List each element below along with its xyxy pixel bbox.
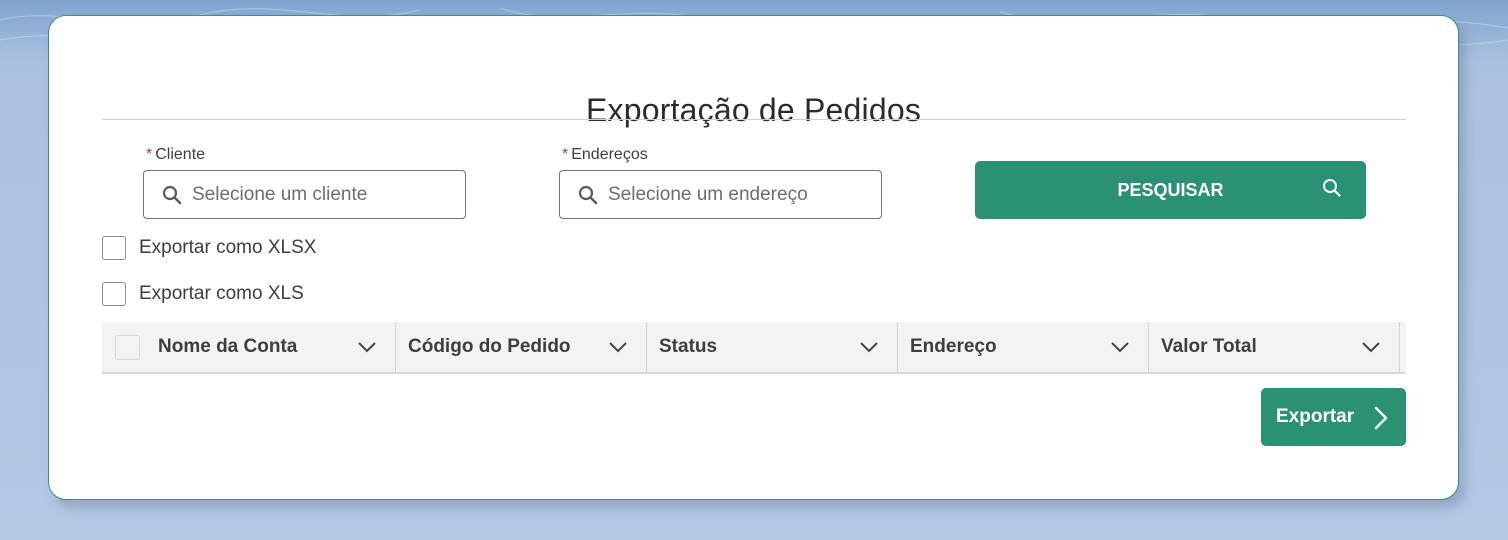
select-all-checkbox[interactable] bbox=[114, 334, 140, 360]
column-header-valor-total[interactable]: Valor Total bbox=[1149, 322, 1400, 372]
xls-label: Exportar como XLS bbox=[139, 283, 304, 304]
chevron-down-icon[interactable] bbox=[859, 341, 879, 353]
select-all-cell bbox=[102, 322, 152, 372]
search-icon bbox=[162, 185, 182, 204]
exportar-label: Exportar bbox=[1276, 406, 1355, 427]
column-header-status[interactable]: Status bbox=[647, 322, 898, 372]
xlsx-label: Exportar como XLSX bbox=[139, 237, 317, 258]
chevron-down-icon[interactable] bbox=[1361, 341, 1381, 353]
search-icon bbox=[578, 185, 598, 204]
orders-table-header: Nome da Conta Código do Pedido Status En… bbox=[102, 322, 1406, 374]
chevron-down-icon[interactable] bbox=[1110, 341, 1130, 353]
column-header-nome-da-conta[interactable]: Nome da Conta bbox=[152, 322, 396, 372]
enderecos-field[interactable] bbox=[608, 183, 858, 206]
chevron-down-icon[interactable] bbox=[357, 341, 377, 353]
export-card: Exportação de Pedidos *Cliente *Endereço… bbox=[48, 15, 1459, 500]
cliente-field[interactable] bbox=[192, 183, 442, 206]
required-marker: * bbox=[562, 146, 569, 163]
column-label: Código do Pedido bbox=[408, 336, 571, 357]
column-label: Endereço bbox=[910, 336, 997, 357]
column-label: Valor Total bbox=[1161, 336, 1257, 357]
chevron-right-icon bbox=[1374, 406, 1388, 430]
pesquisar-button[interactable]: PESQUISAR bbox=[975, 161, 1366, 219]
xlsx-checkbox[interactable] bbox=[102, 236, 126, 260]
cliente-label: * Cliente bbox=[146, 146, 206, 163]
exportar-button[interactable]: Exportar bbox=[1261, 388, 1406, 446]
pesquisar-label: PESQUISAR bbox=[1117, 179, 1224, 200]
enderecos-input[interactable] bbox=[559, 170, 882, 219]
required-marker: * bbox=[146, 146, 153, 163]
cliente-input[interactable] bbox=[143, 170, 466, 219]
column-header-codigo-do-pedido[interactable]: Código do Pedido bbox=[396, 322, 647, 372]
column-header-endereco[interactable]: Endereço bbox=[898, 322, 1149, 372]
option-export-xls[interactable]: Exportar como XLS bbox=[102, 282, 304, 306]
chevron-down-icon[interactable] bbox=[608, 341, 628, 353]
column-label: Status bbox=[659, 336, 718, 357]
search-icon bbox=[1323, 179, 1341, 197]
xls-checkbox[interactable] bbox=[102, 282, 126, 306]
enderecos-label: * Endereços bbox=[562, 146, 648, 163]
option-export-xlsx[interactable]: Exportar como XLSX bbox=[102, 236, 316, 260]
page-title: Exportação de Pedidos bbox=[585, 92, 922, 128]
title-divider bbox=[102, 119, 1406, 120]
column-label: Nome da Conta bbox=[158, 336, 298, 357]
